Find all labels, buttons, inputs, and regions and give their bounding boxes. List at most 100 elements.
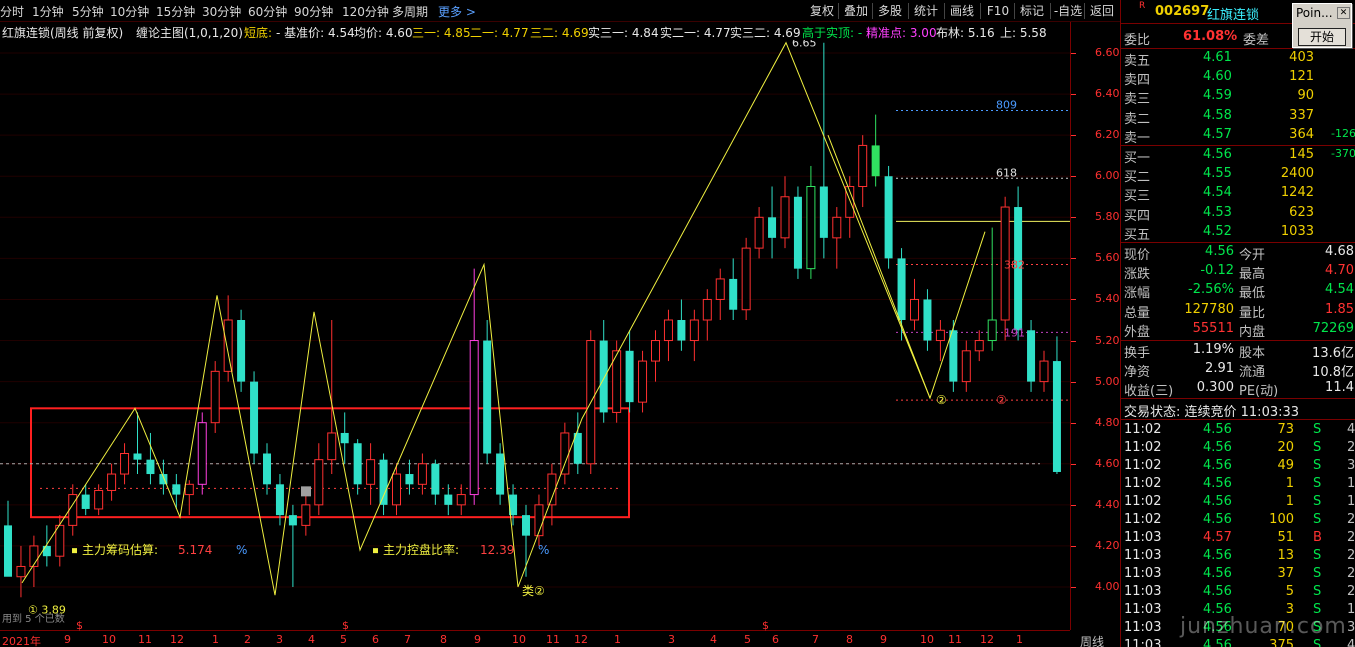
tick-side: S (1313, 548, 1322, 563)
tick-price: 4.56 (1203, 476, 1232, 491)
period-tab-3[interactable]: 10分钟 (110, 3, 149, 20)
shi-san-er: 实三二: 4.69 (730, 26, 801, 40)
candle-body-up (417, 463, 427, 485)
price-tick-mark (1071, 176, 1076, 178)
candle-body-down (1052, 361, 1061, 472)
time-tick: 12 (980, 633, 994, 646)
price-tick: 6.60 (1095, 46, 1120, 59)
ask-price: 4.60 (1203, 69, 1232, 85)
period-tab-2[interactable]: 5分钟 (72, 3, 104, 20)
ask-price: 4.58 (1203, 107, 1232, 123)
stat-value: 11.4 (1325, 380, 1354, 395)
period-tab-0[interactable]: 分时 (0, 3, 24, 20)
chip-marker (72, 548, 77, 554)
period-toolbar: 分时 1分钟 5分钟 10分钟 15分钟 30分钟 60分钟 90分钟 120分钟 多周期 更多 >… (0, 0, 1120, 22)
price-tick: 5.60 (1095, 251, 1120, 265)
time-tick: 2021年 (2, 635, 41, 647)
tick-count: 1 (1347, 494, 1355, 509)
time-tick: 12 (170, 633, 184, 646)
tick-time: 11:02 (1124, 422, 1162, 437)
short-bottom-label: 短底: (244, 26, 273, 40)
price-tick: 5.00 (1095, 374, 1120, 388)
stat-value: 13.6亿 (1312, 346, 1354, 361)
bid-price: 4.52 (1203, 223, 1232, 239)
kline-svg[interactable]: 6.65① 3.89809618382191类②② ②主力筹码估算: 5.174% 主… (0, 40, 1070, 630)
ask-row: 卖一 4.57 364 -126 (1121, 126, 1355, 146)
tick-time: 11:02 (1124, 512, 1162, 527)
period-tab-8[interactable]: 120分钟 (342, 3, 389, 20)
time-tick: 12 (574, 633, 588, 646)
circle2-label: ② (936, 393, 947, 407)
start-button[interactable]: 开始 (1298, 28, 1346, 46)
toolbar-button-5[interactable]: F10 (982, 2, 1014, 20)
stat-label: 换手 (1124, 346, 1151, 361)
tick-price: 4.56 (1203, 440, 1232, 455)
time-tick: 1 (1016, 633, 1023, 646)
period-tab-5[interactable]: 30分钟 (202, 3, 241, 20)
toolbar-button-3[interactable]: 统计 (910, 2, 942, 20)
watermark: junzhuan.com (1180, 614, 1347, 639)
grey-square-marker (301, 486, 311, 497)
stat2-row: 净资 2.91 流通 10.8亿 (1121, 360, 1355, 380)
stat-value: 127780 (1184, 301, 1234, 317)
tick-volume: 1 (1285, 494, 1294, 509)
time-tick: 8 (846, 633, 853, 646)
stat-value: 1.19% (1192, 342, 1234, 357)
toolbar-separator (1050, 3, 1051, 19)
stat-label: 量比 (1239, 305, 1266, 321)
candle-body-up (107, 473, 117, 491)
toolbar-button-8[interactable]: 返回 (1086, 2, 1118, 20)
stat-label: 最低 (1239, 286, 1266, 302)
high-price-label: 6.65 (792, 40, 817, 50)
fib-191-label: 191 (1004, 326, 1025, 339)
kline-chart[interactable]: 6.65 ① 3.89 809 618 382 191 类② ② ② 主力筹码估算: 5.174% 主… (0, 40, 1070, 630)
candle-body-down (431, 463, 440, 495)
price-tick: 4.60 (1095, 456, 1120, 470)
tick-count: 2 (1347, 440, 1355, 455)
price-tick-mark (1071, 340, 1076, 342)
stat2-row: 换手 1.19% 股本 13.6亿 (1121, 341, 1355, 361)
point-popup-window[interactable]: Poin... ✕ 开始 (1292, 3, 1352, 48)
more-periods-link[interactable]: 更多 > (438, 3, 476, 20)
period-tab-4[interactable]: 15分钟 (156, 3, 195, 20)
tick-side: S (1313, 494, 1322, 509)
shi-er-yi: 实二一: 4.77 (660, 26, 731, 40)
toolbar-button-4[interactable]: 画线 (946, 2, 978, 20)
candle-body-up (832, 216, 842, 239)
tick-time: 11:03 (1124, 548, 1162, 563)
candle-body-up (651, 340, 660, 362)
candle-body-up (689, 319, 699, 342)
stat-label: 今开 (1239, 248, 1266, 263)
time-tick: 3 (276, 633, 283, 646)
stat-row: 外盘 55511 内盘 72269 (1121, 320, 1355, 340)
ask-volume: 90 (1297, 88, 1314, 104)
price-tick-mark (1071, 463, 1076, 465)
toolbar-button-7[interactable]: -自选 (1052, 2, 1084, 20)
tick-count: 3 (1347, 620, 1355, 635)
bid-volume: 623 (1289, 204, 1314, 220)
candle-body-up (197, 422, 207, 485)
candle-body-up (223, 319, 233, 372)
tick-volume: 73 (1277, 422, 1294, 437)
stat-row: 现价 4.56 今开 4.68 (1121, 243, 1355, 263)
tick-time: 11:03 (1124, 638, 1162, 647)
close-icon[interactable]: ✕ (1337, 7, 1350, 19)
toolbar-button-2[interactable]: 多股 (874, 2, 906, 20)
period-tab-1[interactable]: 1分钟 (32, 3, 64, 20)
candle-body-down (172, 484, 181, 495)
candle-body-up (68, 494, 78, 526)
tick-volume: 37 (1277, 566, 1294, 581)
candle-body-up (1039, 360, 1049, 383)
period-tab-6[interactable]: 60分钟 (248, 3, 287, 20)
tick-row: 11:02 4.56 1 S 1 (1121, 493, 1355, 512)
indicator-name[interactable]: 缠论主图(1,0,1,20) (136, 24, 243, 41)
toolbar-button-1[interactable]: 叠加 (840, 2, 872, 20)
toolbar-button-6[interactable]: 标记 (1016, 2, 1048, 20)
period-tab-7[interactable]: 90分钟 (294, 3, 333, 20)
time-tick: 5 (744, 633, 751, 646)
tick-side: S (1313, 584, 1322, 599)
ask-price: 4.59 (1203, 88, 1232, 104)
tick-price: 4.56 (1203, 548, 1232, 563)
period-tab-9[interactable]: 多周期 (392, 3, 428, 20)
toolbar-button-0[interactable]: 复权 (806, 2, 838, 20)
